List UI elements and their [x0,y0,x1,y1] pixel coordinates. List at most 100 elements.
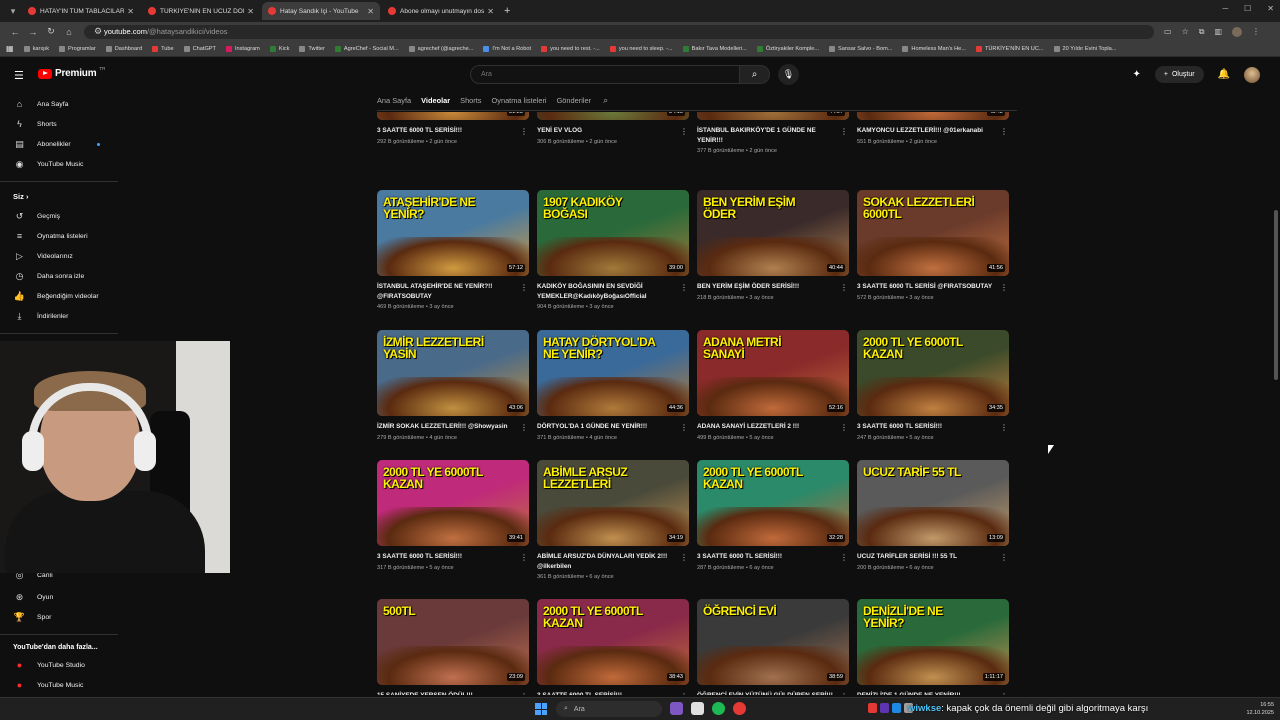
video-thumbnail[interactable]: DENİZLİ'DE NE YENİR? 1:11:17 [857,599,1009,685]
bookmark-item[interactable]: Öztiryakiler Komple... [756,45,819,52]
video-title[interactable]: 3 SAATTE 6000 TL SERİSİ!!! [697,552,837,562]
search-box[interactable] [470,65,740,84]
video-title[interactable]: 3 SAATTE 6000 TL SERİSİ!!! [377,126,517,136]
youtube-logo[interactable]: Premium TR [38,66,105,79]
sidebar-item-home[interactable]: ⌂ Ana Sayfa [0,95,120,113]
video-thumbnail[interactable]: İZMİR LEZZETLERİ YASİN 43:06 [377,330,529,416]
video-options-kebab-icon[interactable]: ⋮ [680,553,688,562]
video-options-kebab-icon[interactable]: ⋮ [840,127,848,136]
video-thumbnail[interactable]: 44:07 [697,112,849,120]
sidebar-item-shorts[interactable]: ϟ Shorts [0,115,120,133]
channel-tab[interactable]: Shorts [460,96,481,105]
sidebar-section-you[interactable]: Siz › [13,192,28,201]
sidebar-item-youtube-music[interactable]: ◉ YouTube Music [0,155,120,173]
sidebar-item-history[interactable]: ↺ Geçmiş [0,207,120,225]
extensions-icon[interactable]: ⧉ [1199,27,1205,37]
bookmark-item[interactable]: I'm Not a Robot [483,45,531,52]
bookmark-item[interactable]: Programlar [59,45,96,52]
video-thumbnail[interactable]: 2000 TL YE 6000TL KAZAN 32:28 [697,460,849,546]
video-title[interactable]: 15 SANİYEDE YERSEN ÖDÜL!!! [377,691,517,695]
address-bar[interactable]: ⚙ youtube.com/@hataysandikici/videos [84,24,1154,39]
video-options-kebab-icon[interactable]: ⋮ [520,423,528,432]
tray-icon[interactable] [880,703,889,713]
video-thumbnail[interactable]: ÖĞRENCİ EVİ 38:59 [697,599,849,685]
video-options-kebab-icon[interactable]: ⋮ [520,692,528,695]
video-thumbnail[interactable]: 31:23 [377,112,529,120]
bookmark-item[interactable]: you need to rest. -... [541,45,600,52]
search-button[interactable]: ⌕ [740,65,770,84]
reload-icon[interactable]: ↻ [42,26,60,37]
video-title[interactable]: BEN YERİM EŞİM ÖDER SERİSİ!!! [697,282,837,292]
sidebar-item-downloads[interactable]: ⤓ İndirilenler [0,307,120,325]
search-input[interactable] [481,71,739,78]
bookmark-item[interactable]: Tube [152,45,174,52]
video-thumbnail[interactable]: 2000 TL YE 6000TL KAZAN 38:43 [537,599,689,685]
sidebar-item-watch-later[interactable]: ◷ Daha sonra izle [0,267,120,285]
notifications-bell-icon[interactable]: 🔔 [1218,69,1230,80]
video-title[interactable]: DENİZLİ'DE 1 GÜNDE NE YENİR!!! [857,691,997,695]
channel-tab[interactable]: Videolar [421,96,450,105]
sidebar-item-liked-videos[interactable]: 👍 Beğendiğim videolar [0,287,120,305]
browser-tab[interactable]: TÜRKİYE'NİN EN UCUZ DÖNER✕ [142,2,260,20]
close-tab-icon[interactable]: ✕ [367,7,374,16]
bookmark-item[interactable]: you need to sleep. -... [609,45,673,52]
video-thumbnail[interactable]: SOKAK LEZZETLERİ 6000TL 41:56 [857,190,1009,276]
video-options-kebab-icon[interactable]: ⋮ [840,692,848,695]
minimize-icon[interactable]: ─ [1222,4,1228,13]
video-options-kebab-icon[interactable]: ⋮ [520,553,528,562]
sparkle-icon[interactable]: ✦ [1133,69,1141,80]
video-options-kebab-icon[interactable]: ⋮ [520,283,528,292]
menu-icon[interactable]: ☰ [14,69,24,82]
forward-icon[interactable]: → [24,27,42,37]
bookmark-item[interactable]: Sansar Salvo - Bom... [829,45,892,52]
video-thumbnail[interactable]: 500TL 23:09 [377,599,529,685]
windows-start-icon[interactable] [535,703,547,715]
bookmark-item[interactable]: Bakır Tava Modelleri... [682,45,747,52]
video-title[interactable]: YENİ EV VLOG [537,126,677,136]
bookmark-item[interactable]: Dashboard [105,45,142,52]
channel-tab[interactable]: Oynatma listeleri [492,96,547,105]
sidebar-item-playlists[interactable]: ≡ Oynatma listeleri [0,227,120,245]
close-tab-icon[interactable]: ✕ [487,7,494,16]
video-options-kebab-icon[interactable]: ⋮ [680,423,688,432]
sidebar-item-gaming[interactable]: ⊛ Oyun [0,588,120,606]
video-thumbnail[interactable]: YENİ EV VLOG34:15 [537,112,689,120]
avatar[interactable] [1244,66,1260,83]
channel-tab[interactable]: Ana Sayfa [377,96,411,105]
bookmark-item[interactable]: TÜRKİYE'NİN EN UC... [975,45,1044,52]
apps-grid-icon[interactable]: ▦ [6,44,14,53]
video-thumbnail[interactable]: HATAY DÖRTYOL'DA NE YENİR? 44:36 [537,330,689,416]
video-title[interactable]: 3 SAATTE 6000 TL SERİSİ!!! [857,422,997,432]
video-title[interactable]: İZMİR SOKAK LEZZETLERİ!!! @Showyasin [377,422,517,432]
bookmark-item[interactable]: karışık [23,45,49,52]
video-title[interactable]: ÖĞRENCİ EVİN YÜZÜNÜ GÜLDÜREN SERİ!!! [697,691,837,695]
video-thumbnail[interactable]: ADANA METRİ SANAYİ 52:16 [697,330,849,416]
bookmark-item[interactable]: 20 Yıldır Evini Topla... [1053,45,1116,52]
sidebar-item-youtube-studio[interactable]: ● YouTube Studio [0,656,120,674]
browser-menu-icon[interactable]: ▾ [4,3,22,19]
video-options-kebab-icon[interactable]: ⋮ [840,423,848,432]
video-title[interactable]: ABİMLE ARSUZ'DA DÜNYALARI YEDİK 2!!! @il… [537,552,677,571]
cast-icon[interactable]: ▭ [1164,27,1172,37]
bookmark-item[interactable]: ChatGPT [183,45,216,52]
video-title[interactable]: İSTANBUL BAKIRKÖY'DE 1 GÜNDE NE YENİR!!! [697,126,837,145]
bookmark-item[interactable]: Homeless Man's He... [902,45,966,52]
video-options-kebab-icon[interactable]: ⋮ [1000,553,1008,562]
new-tab-icon[interactable]: + [504,5,510,17]
bookmark-item[interactable]: Kick [269,45,289,52]
video-options-kebab-icon[interactable]: ⋮ [840,283,848,292]
video-title[interactable]: ADANA SANAYİ LEZZETLERİ 2 !!! [697,422,837,432]
video-title[interactable]: DÖRTYOL'DA 1 GÜNDE NE YENİR!!! [537,422,677,432]
sidebar-item-your-videos[interactable]: ▷ Videolarınız [0,247,120,265]
video-thumbnail[interactable]: 1907 KADIKÖY BOĞASI 39:00 [537,190,689,276]
video-title[interactable]: 3 SAATTE 6000 TL SERİSİ!!! [537,691,677,695]
bookmark-item[interactable]: Twitter [299,45,325,52]
sidebar-item-sports[interactable]: 🏆 Spor [0,608,120,626]
video-thumbnail[interactable]: 2000 TL YE 6000TL KAZAN 39:41 [377,460,529,546]
video-title[interactable]: İSTANBUL ATAŞEHİR'DE NE YENİR?!! @FIRATS… [377,282,517,301]
video-options-kebab-icon[interactable]: ⋮ [680,127,688,136]
video-thumbnail[interactable]: UCUZ TARİF 55 TL 13:09 [857,460,1009,546]
video-options-kebab-icon[interactable]: ⋮ [680,692,688,695]
video-title[interactable]: UCUZ TARİFLER SERİSİ !!! 55 TL [857,552,997,562]
sidepanel-icon[interactable]: ▥ [1214,27,1222,37]
